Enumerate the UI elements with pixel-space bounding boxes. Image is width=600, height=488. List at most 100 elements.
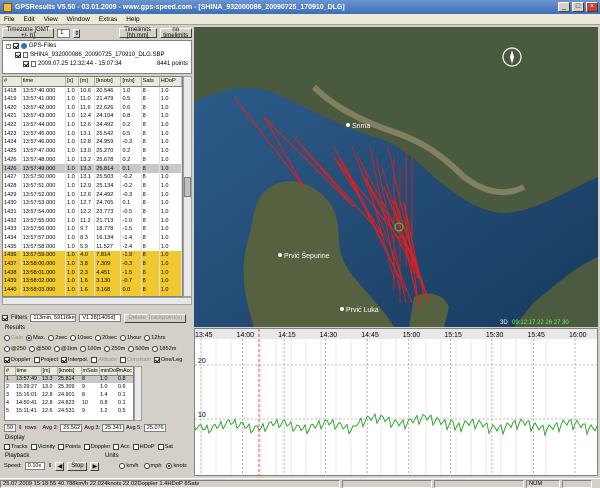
checkbox[interactable] <box>61 357 68 363</box>
option-doppler[interactable]: Doppler <box>83 444 110 450</box>
speed-spin-icon[interactable]: ⇕ <box>48 463 53 469</box>
radio-button[interactable] <box>119 463 126 469</box>
menu-view[interactable]: View <box>44 16 58 23</box>
checkbox[interactable] <box>91 357 98 363</box>
option-max-[interactable]: Max. <box>26 335 45 341</box>
track-column-header[interactable]: [knots] <box>94 77 122 87</box>
radio-button[interactable] <box>119 335 126 341</box>
speed-input[interactable]: 0.10x <box>24 462 45 470</box>
track-column-header[interactable]: HDoP <box>159 77 182 87</box>
unit-knots[interactable]: knots <box>166 463 187 469</box>
option--500[interactable]: @500 <box>29 346 51 352</box>
option-project[interactable]: Project <box>33 357 58 363</box>
table-row[interactable]: 1431 13:57:54.000 1.0 12.2 23.773 -0.5 8 1.0 <box>3 207 182 217</box>
option--1km[interactable]: @1km <box>54 346 77 352</box>
radio-button[interactable] <box>29 346 36 352</box>
radio-button[interactable] <box>95 335 102 341</box>
table-vertical-scrollbar[interactable] <box>183 76 192 297</box>
option-1hour[interactable]: 1hour <box>119 335 141 341</box>
radio-button[interactable] <box>4 346 10 352</box>
track-column-header[interactable]: [m/s] <box>120 77 142 87</box>
root-checkbox[interactable] <box>13 43 19 49</box>
option-interpol-[interactable]: Interpol. <box>61 357 88 363</box>
session-checkbox[interactable] <box>23 61 29 67</box>
table-horizontal-scrollbar[interactable] <box>2 297 192 305</box>
table-row[interactable]: 1427 13:57:50.000 1.0 13.1 25.503 -0.2 8 1.0 <box>3 172 182 182</box>
table-row[interactable]: 1429 13:57:52.000 1.0 12.6 24.492 -0.3 8 1.0 <box>3 190 182 199</box>
delete-trackpoints-button[interactable]: Delete Trackpoint(s) <box>124 313 187 323</box>
option-tracks[interactable]: Tracks <box>4 444 28 450</box>
option-hdop[interactable]: HDoP <box>132 444 155 450</box>
option-points[interactable]: Points <box>58 444 81 450</box>
track-column-header[interactable]: [m] <box>78 77 96 87</box>
option-vicinity[interactable]: Vicinity <box>30 444 55 450</box>
timezone-input[interactable]: 1 <box>57 28 71 38</box>
results-row[interactable]: 2 15:29:27 13.0 25.309 9 1.0 0.6 <box>5 383 133 391</box>
radio-button[interactable] <box>54 346 61 352</box>
menu-extras[interactable]: Extras <box>99 16 117 23</box>
table-row[interactable]: 1426 13:57:49.000 1.0 13.3 25.814 0.1 8 1.0 <box>3 164 182 173</box>
table-row[interactable]: 1428 13:57:51.000 1.0 12.9 25.134 -0.2 8 1.0 <box>3 181 182 191</box>
results-column-header[interactable]: [m] <box>41 367 58 376</box>
table-row[interactable]: 1421 13:57:43.000 1.0 12.4 24.104 0.8 8 1.0 <box>3 112 182 121</box>
option-acc[interactable]: Acc <box>113 444 130 450</box>
tree-session[interactable]: 2009.07.25 12:32:44 - 15:07:34 8441 poin… <box>23 61 188 67</box>
timezone-spin-icon[interactable]: ⇕ <box>73 28 81 38</box>
table-row[interactable]: 1423 13:57:45.000 1.0 13.1 25.542 0.5 8 1.0 <box>3 129 182 139</box>
minimize-button[interactable]: _ <box>558 2 570 12</box>
rows-count-input[interactable]: 50 <box>4 424 16 432</box>
option-one-leg[interactable]: One/Leg <box>153 357 182 363</box>
table-row[interactable]: 1439 13:58:02.000 1.0 1.6 3.130 -0.7 8 1.0 <box>3 277 182 286</box>
track-column-header[interactable]: # <box>3 77 22 87</box>
menu-file[interactable]: File <box>4 16 14 23</box>
speed-graph[interactable]: 13:45 14:00 14:15 14:30 14:45 15:00 15:15 15:30… <box>194 328 598 476</box>
option-1852m[interactable]: 1852m <box>152 346 176 352</box>
checkbox[interactable] <box>157 444 164 450</box>
unit-kmh[interactable]: km/h <box>119 463 139 469</box>
checkbox[interactable] <box>30 444 37 450</box>
menu-edit[interactable]: Edit <box>23 16 34 23</box>
table-row[interactable]: 1424 13:57:46.000 1.0 12.8 24.959 -0.3 8 1.0 <box>3 138 182 147</box>
option-sat[interactable]: Sat <box>157 444 173 450</box>
filters-checkbox[interactable] <box>2 315 8 321</box>
checkbox[interactable] <box>153 357 160 363</box>
checkbox[interactable] <box>119 357 126 363</box>
results-column-header[interactable]: mSats <box>81 367 100 376</box>
map-canvas[interactable]: Srima Prvić Šepurine Prvić Luka 09:12:17… <box>194 27 598 327</box>
option-gate[interactable]: Gate <box>4 335 23 341</box>
checkbox[interactable] <box>4 357 10 363</box>
radio-button[interactable] <box>70 335 77 341</box>
option-20sec[interactable]: 20sec <box>95 335 117 341</box>
results-row[interactable]: 1 13:57:49 13.3 25.814 8 1.0 0.8 <box>5 375 133 383</box>
tree-file[interactable]: SHINA_932000086_20090725_170910_DLG.SBP <box>15 52 164 58</box>
maximize-button[interactable]: □ <box>572 2 584 12</box>
results-column-header[interactable]: time <box>15 367 42 376</box>
results-column-header[interactable]: [knots] <box>57 367 82 376</box>
graph-canvas[interactable]: 13:45 14:00 14:15 14:30 14:45 15:00 15:15 15:30… <box>195 329 598 476</box>
option-constrain[interactable]: Constrain <box>119 357 151 363</box>
radio-button[interactable] <box>152 346 159 352</box>
scroll-thumb[interactable] <box>184 177 191 197</box>
radio-button[interactable] <box>128 346 135 352</box>
close-button[interactable]: × <box>586 2 598 12</box>
rows-spin-icon[interactable]: ⇕ <box>18 425 23 431</box>
option-250m[interactable]: 250m <box>104 346 125 352</box>
radio-button[interactable] <box>80 346 87 352</box>
table-row[interactable]: 1418 13:57:40.000 1.0 10.6 20.546 1.0 8 1.0 <box>3 86 182 95</box>
results-scrollbar[interactable] <box>134 366 142 421</box>
table-row[interactable]: 1435 13:57:58.000 1.0 5.9 11.527 -2.4 8 1.0 <box>3 242 182 252</box>
checkbox[interactable] <box>113 444 120 450</box>
stop-button[interactable]: Stop <box>67 461 88 471</box>
table-row[interactable]: 1426 13:57:48.000 1.0 13.2 25.678 0.2 8 1.0 <box>3 155 182 165</box>
option-12hrs[interactable]: 12hrs <box>144 335 165 341</box>
radio-button[interactable] <box>4 335 10 341</box>
radio-button[interactable] <box>26 335 33 341</box>
table-row[interactable]: 1432 13:57:55.000 1.0 11.2 21.713 -1.0 8 1.0 <box>3 216 182 225</box>
option-100m[interactable]: 100m <box>80 346 101 352</box>
option-500m[interactable]: 500m <box>128 346 149 352</box>
results-row[interactable]: 4 14:50:41 12.8 24.823 10 0.8 0.1 <box>5 399 133 407</box>
unit-mph[interactable]: mph <box>143 463 161 469</box>
option-2sec[interactable]: 2sec <box>48 335 67 341</box>
table-row[interactable]: 1440 13:58:03.000 1.0 1.6 3.168 0.0 8 1.0 <box>3 285 182 295</box>
table-row[interactable]: 1425 13:57:47.000 1.0 13.0 25.270 0.2 8 1.0 <box>3 146 182 156</box>
